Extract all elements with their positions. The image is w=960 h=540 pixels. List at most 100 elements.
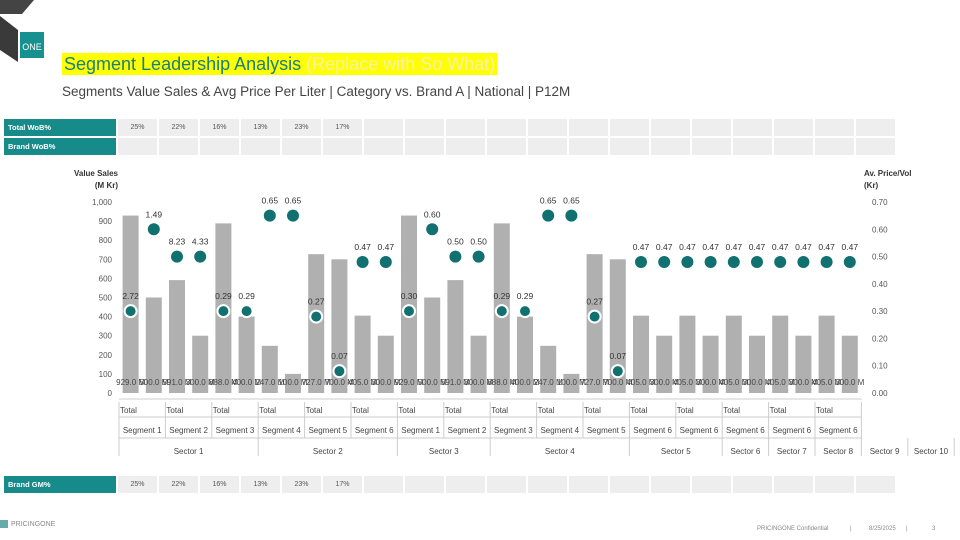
category-segment-label: Segment 4 bbox=[262, 426, 301, 435]
logo-text: ONE bbox=[22, 42, 42, 52]
price-label: 0.29 bbox=[494, 291, 511, 301]
price-label: 0.29 bbox=[215, 291, 232, 301]
price-point bbox=[494, 304, 509, 319]
price-label: 0.47 bbox=[818, 242, 835, 252]
price-label: 0.27 bbox=[308, 297, 325, 307]
price-label: 0.47 bbox=[795, 242, 812, 252]
price-point bbox=[263, 209, 276, 222]
row-cell: 25% bbox=[118, 476, 157, 493]
price-point bbox=[309, 309, 324, 324]
category-segment-label: Segment 6 bbox=[680, 426, 719, 435]
y-tick-left: 500 bbox=[99, 294, 113, 303]
price-point bbox=[681, 256, 694, 269]
price-point bbox=[449, 250, 462, 263]
row-cell bbox=[159, 138, 198, 155]
price-label: 0.47 bbox=[842, 242, 859, 252]
row-cell bbox=[569, 138, 608, 155]
price-point bbox=[194, 250, 207, 263]
sector-label: Sector 2 bbox=[313, 447, 343, 456]
row-cell: 13% bbox=[241, 119, 280, 136]
category-segment-label: Segment 3 bbox=[216, 426, 255, 435]
row-cell bbox=[487, 476, 526, 493]
category-total-label: Total bbox=[306, 406, 323, 415]
category-total-label: Total bbox=[259, 406, 276, 415]
sector-label: Sector 1 bbox=[174, 447, 204, 456]
footer-logo: PRICINGONE bbox=[0, 520, 55, 528]
category-total-label: Total bbox=[723, 406, 740, 415]
y-tick-right: 0.20 bbox=[872, 334, 888, 343]
bar-value-label: 300.0 M bbox=[835, 378, 864, 387]
category-total-label: Total bbox=[677, 406, 694, 415]
price-point bbox=[727, 256, 740, 269]
page-subtitle: Segments Value Sales & Avg Price Per Lit… bbox=[62, 84, 571, 99]
price-label: 0.60 bbox=[424, 209, 441, 219]
row-cell bbox=[569, 119, 608, 136]
category-segment-label: Segment 3 bbox=[494, 426, 533, 435]
price-point bbox=[843, 256, 856, 269]
row-cell: 22% bbox=[159, 119, 198, 136]
y-tick-right: 0.00 bbox=[872, 389, 888, 398]
row-cell bbox=[815, 138, 854, 155]
company-logo: ONE bbox=[0, 0, 44, 62]
price-label: 8.23 bbox=[169, 237, 186, 247]
row-cell bbox=[610, 138, 649, 155]
price-point bbox=[171, 250, 183, 263]
price-point bbox=[635, 256, 647, 269]
row-cell bbox=[405, 138, 444, 155]
footer-logo-icon bbox=[0, 520, 8, 528]
price-point bbox=[426, 223, 439, 236]
y-axis-left-unit: (M Kr) bbox=[95, 181, 118, 190]
category-segment-label: Segment 2 bbox=[448, 426, 487, 435]
row-cell bbox=[200, 138, 239, 155]
category-segment-label: Segment 6 bbox=[772, 426, 811, 435]
category-total-label: Total bbox=[538, 406, 555, 415]
y-tick-right: 0.40 bbox=[872, 280, 888, 289]
category-total-label: Total bbox=[770, 406, 787, 415]
category-total-label: Total bbox=[213, 406, 230, 415]
row-cell bbox=[446, 119, 485, 136]
y-tick-left: 200 bbox=[99, 351, 113, 360]
row-label: Total WoB% bbox=[4, 119, 116, 136]
row-label: Brand WoB% bbox=[4, 138, 116, 155]
row-cell bbox=[733, 138, 772, 155]
footer-page-number: 3 bbox=[932, 526, 936, 532]
price-label: 0.30 bbox=[401, 291, 418, 301]
footer-date: 8/25/2025 bbox=[869, 526, 896, 532]
price-point bbox=[820, 256, 833, 269]
row-cell bbox=[692, 138, 731, 155]
row-cell bbox=[651, 119, 690, 136]
row-cell bbox=[774, 138, 813, 155]
row-cell bbox=[733, 119, 772, 136]
y-axis-right-label: Av. Price/Vol bbox=[864, 169, 911, 178]
price-label: 0.29 bbox=[517, 291, 534, 301]
row-cell bbox=[323, 138, 362, 155]
category-total-label: Total bbox=[445, 406, 462, 415]
price-label: 0.47 bbox=[679, 242, 696, 252]
row-cell bbox=[815, 119, 854, 136]
price-label: 0.07 bbox=[331, 351, 348, 361]
category-segment-label: Segment 6 bbox=[726, 426, 765, 435]
price-point bbox=[287, 209, 299, 222]
row-cell: 16% bbox=[200, 476, 239, 493]
price-label: 0.50 bbox=[447, 237, 464, 247]
y-tick-left: 800 bbox=[99, 236, 113, 245]
sector-label: Sector 8 bbox=[823, 447, 853, 456]
price-label: 0.47 bbox=[749, 242, 766, 252]
category-total-label: Total bbox=[166, 406, 183, 415]
row-cell: 16% bbox=[200, 119, 239, 136]
price-point bbox=[356, 256, 369, 269]
row-cell bbox=[856, 119, 895, 136]
category-segment-label: Segment 1 bbox=[123, 426, 162, 435]
price-label: 2.72 bbox=[122, 291, 139, 301]
price-label: 0.27 bbox=[586, 297, 603, 307]
sector-label: Sector 9 bbox=[870, 447, 900, 456]
category-total-label: Total bbox=[816, 406, 833, 415]
title-so-what: (Replace with So What) bbox=[306, 54, 496, 74]
category-total-label: Total bbox=[584, 406, 601, 415]
y-tick-right: 0.60 bbox=[872, 225, 888, 234]
category-total-label: Total bbox=[491, 406, 508, 415]
price-point bbox=[542, 209, 555, 222]
sector-label: Sector 7 bbox=[777, 447, 807, 456]
row-label: Brand GM% bbox=[4, 476, 116, 493]
brand-wob-row: Brand WoB% bbox=[4, 138, 895, 155]
